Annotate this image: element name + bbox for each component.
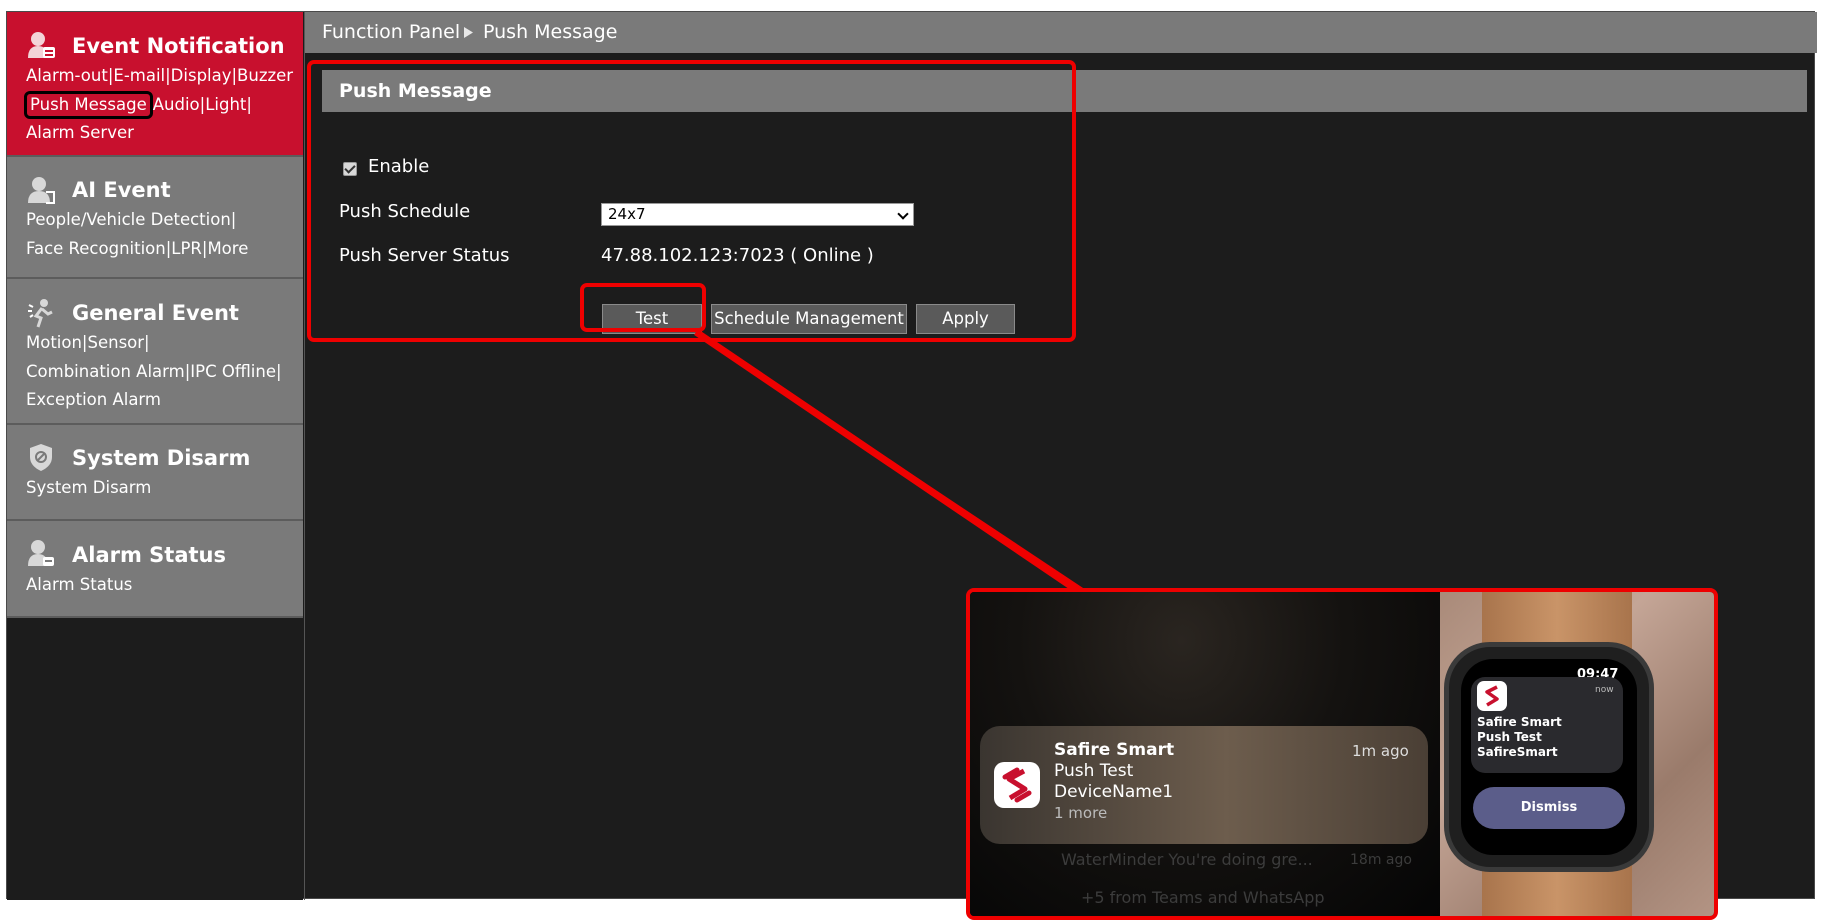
watch-now-label: now [1595, 685, 1614, 695]
safire-logo-icon [1477, 681, 1507, 711]
watch-screen: 09:47 now Safire Smart Push Test SafireS… [1461, 659, 1637, 855]
phone-notification-line2: DeviceName1 [1054, 782, 1174, 802]
watch-notification-card: now Safire Smart Push Test SafireSmart [1471, 677, 1623, 773]
faded-notification-text: WaterMinder You're doing gre... [1061, 850, 1313, 869]
watch-notification-line2: Push Test [1477, 730, 1542, 744]
watch-dismiss-button[interactable]: Dismiss [1473, 787, 1625, 829]
phone-notification-time: 1m ago [1352, 742, 1409, 760]
safire-app-icon [994, 762, 1040, 808]
notification-photo-inset: Safire Smart 1m ago Push Test DeviceName… [966, 588, 1718, 920]
phone-lockscreen-photo: Safire Smart 1m ago Push Test DeviceName… [970, 592, 1440, 916]
watch-notification-line3: SafireSmart [1477, 745, 1558, 759]
phone-notification-card: Safire Smart 1m ago Push Test DeviceName… [980, 726, 1428, 844]
watch-photo: 09:47 now Safire Smart Push Test SafireS… [1440, 592, 1714, 916]
phone-notification-more: 1 more [1054, 804, 1108, 822]
watch-case: 09:47 now Safire Smart Push Test SafireS… [1444, 642, 1654, 872]
faded-notification-footer: +5 from Teams and WhatsApp [1081, 888, 1325, 907]
phone-notification-app: Safire Smart [1054, 740, 1175, 760]
phone-notification-line1: Push Test [1054, 761, 1134, 781]
safire-logo-icon [1002, 767, 1032, 803]
phone-faded-notification: WaterMinder You're doing gre... 18m ago … [985, 848, 1425, 908]
faded-notification-time: 18m ago [1350, 852, 1412, 868]
watch-notification-line1: Safire Smart [1477, 715, 1562, 729]
